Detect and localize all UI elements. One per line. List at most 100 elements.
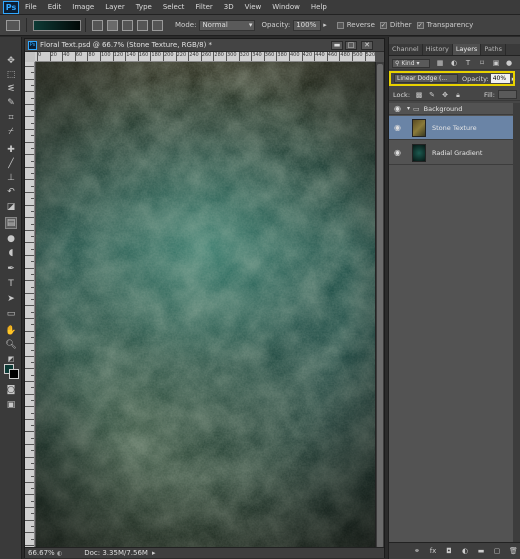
opacity-arrow-icon[interactable]: ▸ [323, 21, 327, 29]
link-layers-icon[interactable]: ⚭ [413, 547, 421, 555]
menu-filter[interactable]: Filter [195, 3, 212, 11]
lock-all-icon[interactable]: 🔒︎ [454, 91, 462, 99]
tool-preset-icon[interactable] [6, 19, 20, 31]
screen-mode-icon[interactable]: ▣ [5, 399, 17, 411]
trash-icon[interactable]: 🗑︎ [509, 547, 518, 555]
ruler-tick [25, 368, 34, 370]
move-tool-icon[interactable]: ✥ [5, 55, 17, 67]
ruler-tick [31, 336, 34, 338]
menu-edit[interactable]: Edit [48, 3, 62, 11]
radial-gradient-icon[interactable] [107, 19, 118, 31]
mode-select[interactable]: Normal ▾ [199, 19, 256, 31]
minimize-button[interactable]: ▬ [331, 41, 343, 50]
menu-help[interactable]: Help [311, 3, 327, 11]
lasso-tool-icon[interactable]: ᓬ [5, 83, 17, 95]
lock-transparent-icon[interactable]: ▩ [415, 91, 423, 99]
layer-mask-icon[interactable]: ◘ [445, 547, 453, 555]
layer-style-icon[interactable]: fx [429, 547, 437, 555]
menu-file[interactable]: File [25, 3, 37, 11]
gradient-tool-icon[interactable]: ▤ [5, 217, 17, 229]
status-menu-arrow-icon[interactable]: ▸ [152, 549, 156, 557]
history-brush-tool-icon[interactable]: ↶ [5, 186, 17, 198]
menu-type[interactable]: Type [136, 3, 152, 11]
menu-select[interactable]: Select [163, 3, 185, 11]
fill-input[interactable] [497, 90, 517, 99]
zoom-level-field[interactable]: 66.67% [25, 549, 59, 558]
eye-icon[interactable]: ◉ [393, 104, 402, 113]
diamond-gradient-icon[interactable] [152, 19, 163, 31]
type-filter-icon[interactable]: T [464, 59, 472, 67]
lock-image-icon[interactable]: ✎ [428, 91, 436, 99]
layer-stone-texture[interactable]: ◉ Stone Texture [389, 116, 513, 140]
scrollbar-thumb[interactable] [377, 64, 383, 548]
ruler-tick-label: 420 [302, 52, 313, 58]
adjustment-filter-icon[interactable]: ◐ [450, 59, 458, 67]
ruler-tick [31, 374, 34, 376]
export-icon[interactable]: ◐ [57, 550, 62, 557]
menu-image[interactable]: Image [72, 3, 94, 11]
dither-checkbox[interactable]: ✓ Dither [379, 21, 412, 29]
ruler-tick-label: 120 [113, 52, 124, 58]
ruler-origin[interactable] [25, 52, 35, 62]
pixel-filter-icon[interactable]: ▦ [436, 59, 444, 67]
angle-gradient-icon[interactable] [122, 19, 133, 31]
layer-group-background[interactable]: ◉ ▾ ▭ Background [389, 103, 513, 115]
menu-view[interactable]: View [245, 3, 262, 11]
ruler-tick [163, 52, 164, 61]
shape-tool-icon[interactable]: ▭ [5, 308, 17, 320]
lock-position-icon[interactable]: ✥ [441, 91, 449, 99]
marquee-tool-icon[interactable]: ⬚ [5, 69, 17, 81]
blur-tool-icon[interactable]: ● [5, 233, 17, 245]
ruler-tick [31, 286, 34, 288]
type-tool-icon[interactable]: T [5, 278, 17, 290]
ruler-tick [25, 280, 34, 282]
eye-icon[interactable]: ◉ [393, 148, 402, 157]
layers-scrollbar[interactable] [513, 103, 520, 543]
tab-layers[interactable]: Layers [452, 44, 482, 55]
tab-paths[interactable]: Paths [481, 44, 506, 55]
new-layer-icon[interactable]: ▢ [493, 547, 501, 555]
tab-history[interactable]: History [423, 44, 453, 55]
pen-tool-icon[interactable]: ✒ [5, 263, 17, 275]
adjustment-layer-icon[interactable]: ◐ [461, 547, 469, 555]
healing-brush-tool-icon[interactable]: ✚ [5, 144, 17, 156]
clone-stamp-tool-icon[interactable]: ⊥ [5, 172, 17, 184]
path-selection-tool-icon[interactable]: ➤ [5, 293, 17, 305]
close-button[interactable]: ✕ [361, 41, 373, 50]
layer-radial-gradient[interactable]: ◉ Radial Gradient [389, 141, 513, 165]
canvas-stone-texture[interactable] [36, 62, 375, 550]
reverse-checkbox[interactable]: Reverse [336, 21, 375, 29]
dodge-tool-icon[interactable]: ◖ [5, 247, 17, 259]
smart-object-filter-icon[interactable]: ▣ [492, 59, 500, 67]
horizontal-ruler[interactable]: 0 20 40 60 80 100 120 140 160 180 200 220 240 260 280 3… [35, 52, 375, 62]
brush-tool-icon[interactable]: ╱ [5, 158, 17, 170]
chevron-down-icon[interactable]: ▾ [407, 105, 410, 112]
reflected-gradient-icon[interactable] [137, 19, 148, 31]
opacity-field[interactable]: 100% [293, 19, 322, 31]
zoom-tool-icon[interactable]: 🔍︎ [5, 339, 17, 351]
tab-channel[interactable]: Channel [389, 44, 423, 55]
ruler-tick [31, 236, 34, 238]
eyedropper-tool-icon[interactable]: ⌿ [5, 126, 17, 138]
quick-mask-icon[interactable]: ◙ [5, 384, 17, 396]
menu-layer[interactable]: Layer [105, 3, 125, 11]
new-group-icon[interactable]: ▬ [477, 547, 485, 555]
document-title-bar[interactable]: Ps Floral Text.psd @ 66.7% (Stone Textur… [25, 39, 384, 52]
eye-icon[interactable]: ◉ [393, 123, 402, 132]
transparency-checkbox[interactable]: ✓ Transparency [416, 21, 473, 29]
linear-gradient-icon[interactable] [92, 19, 103, 31]
hand-tool-icon[interactable]: ✋ [5, 325, 17, 337]
background-color-swatch[interactable] [9, 369, 19, 379]
gradient-picker[interactable] [33, 19, 81, 31]
menu-window[interactable]: Window [272, 3, 300, 11]
quick-select-tool-icon[interactable]: ✎ [5, 97, 17, 109]
vertical-ruler[interactable] [25, 62, 35, 550]
menu-3d[interactable]: 3D [224, 3, 234, 11]
shape-filter-icon[interactable]: ⌑ [478, 59, 486, 67]
eraser-tool-icon[interactable]: ◪ [5, 201, 17, 213]
crop-tool-icon[interactable]: ⌗ [5, 112, 17, 124]
vertical-scrollbar[interactable] [375, 62, 384, 550]
filter-toggle-icon[interactable]: ● [505, 59, 513, 67]
kind-filter-select[interactable]: ⚲ Kind ▾ [392, 58, 430, 68]
maximize-button[interactable]: □ [345, 41, 357, 50]
